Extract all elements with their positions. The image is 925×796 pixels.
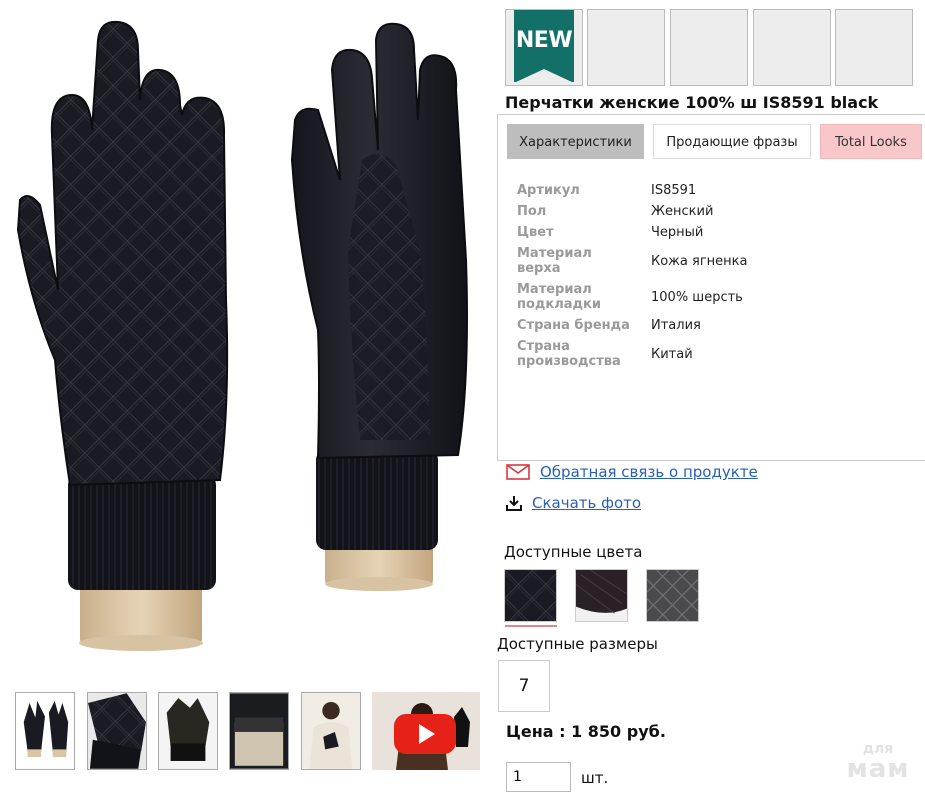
watermark-logo: для мам [838, 742, 918, 782]
specs-table: Артикул IS8591 Пол Женский Цвет Черный М… [517, 183, 917, 375]
selected-color-indicator [505, 625, 557, 627]
download-link-row: Скачать фото [506, 494, 641, 512]
quantity-input[interactable] [506, 762, 571, 792]
right-glove-illustration [290, 22, 468, 591]
spec-label: Материал верха [517, 246, 592, 276]
spec-row: Артикул IS8591 [517, 183, 917, 198]
spec-row: Пол Женский [517, 204, 917, 219]
size-option-7[interactable]: 7 [498, 660, 550, 712]
download-photo-link[interactable]: Скачать фото [532, 494, 641, 512]
tab-selling-phrases[interactable]: Продающие фразы [653, 124, 811, 159]
spec-value: Китай [651, 346, 693, 362]
available-sizes-label: Доступные размеры [497, 635, 658, 653]
feedback-link-row: Обратная связь о продукте [506, 463, 758, 481]
color-swatch-plum[interactable] [575, 569, 628, 622]
spec-row: Страна бренда Италия [517, 318, 917, 333]
available-colors-label: Доступные цвета [504, 543, 643, 561]
spec-label: Страна производства [517, 339, 621, 369]
new-thumbnail[interactable]: NEW [505, 9, 583, 86]
spec-value: 100% шерсть [651, 289, 743, 305]
thumbnail-1[interactable] [15, 692, 75, 770]
play-icon [394, 714, 456, 754]
left-glove-illustration [16, 20, 229, 651]
main-product-photo[interactable] [0, 0, 490, 665]
spec-value: IS8591 [651, 183, 697, 198]
empty-thumbnail-3[interactable] [753, 9, 831, 86]
details-panel: Характеристики Продающие фразы Total Loo… [497, 114, 925, 461]
new-badge-label: NEW [515, 28, 573, 53]
spec-label: Материал подкладки [517, 282, 601, 312]
empty-thumbnail-2[interactable] [670, 9, 748, 86]
spec-value: Женский [651, 204, 714, 219]
thumbnail-5[interactable] [301, 692, 361, 770]
spec-row: Материал подкладки 100% шерсть [517, 282, 917, 312]
thumbnail-4[interactable] [229, 692, 289, 770]
download-icon [506, 496, 522, 511]
color-thumbnails-row: NEW [505, 9, 915, 87]
spec-row: Материал верха Кожа ягненка [517, 246, 917, 276]
empty-thumbnail-4[interactable] [835, 9, 913, 86]
envelope-icon [506, 464, 530, 480]
color-swatch-black[interactable] [504, 569, 557, 622]
thumbnail-2[interactable] [87, 692, 147, 770]
feedback-link[interactable]: Обратная связь о продукте [540, 463, 758, 481]
price: Цена : 1 850 руб. [506, 722, 666, 741]
color-swatch-grey[interactable] [646, 569, 699, 622]
spec-label: Цвет [517, 225, 554, 240]
thumbnail-3[interactable] [158, 692, 218, 770]
tab-characteristics[interactable]: Характеристики [507, 124, 644, 159]
photo-thumbnails [15, 692, 485, 774]
spec-value: Кожа ягненка [651, 253, 748, 269]
spec-value: Черный [651, 225, 704, 240]
tab-total-looks[interactable]: Total Looks [820, 124, 922, 159]
spec-label: Пол [517, 204, 547, 219]
quantity-unit: шт. [581, 769, 609, 787]
spec-label: Страна бренда [517, 318, 630, 333]
empty-thumbnail-1[interactable] [587, 9, 665, 86]
watermark-line2: мам [846, 754, 910, 784]
new-badge: NEW [514, 10, 574, 83]
spec-value: Италия [651, 318, 701, 333]
spec-row: Страна производства Китай [517, 339, 917, 369]
spec-row: Цвет Черный [517, 225, 917, 240]
product-title: Перчатки женские 100% ш IS8591 black [505, 93, 879, 112]
video-thumbnail[interactable] [372, 692, 480, 770]
spec-label: Артикул [517, 183, 580, 198]
